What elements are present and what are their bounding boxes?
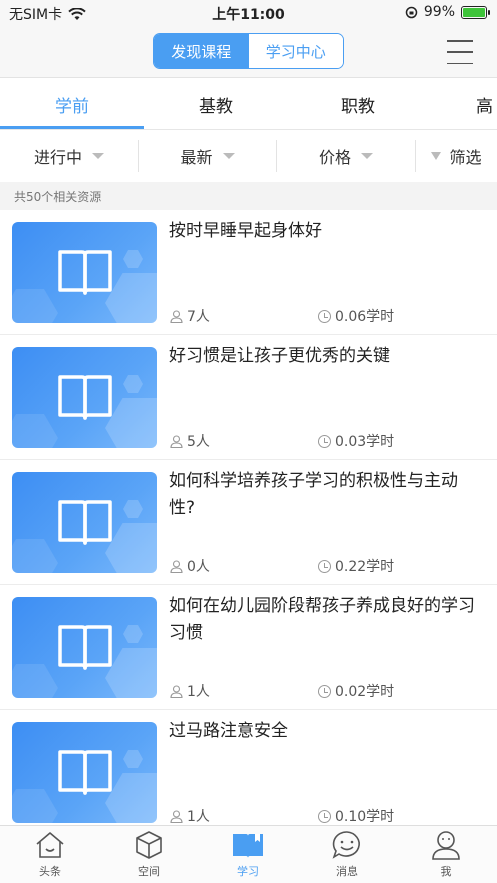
course-item[interactable]: 如何科学培养孩子学习的积极性与主动性? 0人 0.22学时 [0,460,497,585]
book-icon [233,834,263,858]
filter-status[interactable]: 进行中 [0,130,138,182]
enrolled-count: 1人 [170,806,210,825]
course-title: 按时早睡早起身体好 [169,221,322,241]
course-thumbnail [12,722,157,823]
enrolled-count: 5人 [170,431,210,451]
filter-screen-label: 筛选 [449,148,482,167]
enrolled-count: 1人 [170,681,210,701]
clock-icon [318,309,331,323]
bottom-tab-bar: 头条 空间 学习 消息 我 [0,825,497,883]
segment-learning-center[interactable]: 学习中心 [248,34,343,68]
open-book-icon [58,500,112,545]
person-icon [170,309,183,323]
menu-icon[interactable] [447,40,473,64]
category-tabs: 学前 基教 职教 高 [0,78,497,130]
course-thumbnail [12,347,157,448]
segment-discover[interactable]: 发现课程 [154,34,249,68]
caret-down-icon [92,153,104,159]
tab-me[interactable]: 我 [406,830,486,882]
course-item[interactable]: 好习惯是让孩子更优秀的关键 5人 0.03学时 [0,335,497,460]
filter-status-label: 进行中 [33,148,82,167]
course-title: 如何在幼儿园阶段帮孩子养成良好的学习习惯 [169,596,475,643]
filter-price-label: 价格 [318,148,351,167]
user-icon [432,831,460,860]
filter-bar: 进行中 最新 价格 筛选 [0,130,497,182]
tab-headlines[interactable]: 头条 [10,830,90,882]
filter-price[interactable]: 价格 [277,130,415,182]
course-item[interactable]: 过马路注意安全 1人 0.10学时 [0,710,497,825]
study-hours: 0.02学时 [318,681,394,701]
tab-basic-education[interactable]: 基教 [144,78,288,129]
person-icon [170,684,183,698]
top-header: 发现课程 学习中心 [0,26,497,78]
course-thumbnail [12,472,157,573]
funnel-icon [431,152,442,160]
rotation-lock-icon [405,6,418,18]
filter-screen[interactable]: 筛选 [416,130,497,182]
clock-icon [318,559,331,573]
course-thumbnail [12,597,157,698]
enrolled-count: 0人 [170,556,210,576]
open-book-icon [58,750,112,795]
clock-icon [318,434,331,448]
enrolled-count: 7人 [170,306,210,326]
open-book-icon [58,250,112,295]
clock-icon [318,809,331,823]
result-count: 共50个相关资源 [0,182,497,210]
course-thumbnail [12,222,157,323]
course-title: 如何科学培养孩子学习的积极性与主动性? [169,471,458,518]
person-icon [170,434,183,448]
segment-control: 发现课程 学习中心 [153,33,344,69]
home-icon [36,832,64,858]
status-bar: 无SIM卡 上午11:00 99% [0,0,497,26]
course-item[interactable]: 如何在幼儿园阶段帮孩子养成良好的学习习惯 1人 0.02学时 [0,585,497,710]
course-title: 好习惯是让孩子更优秀的关键 [169,346,390,366]
filter-sort-label: 最新 [180,148,213,167]
tab-vocational[interactable]: 职教 [288,78,428,129]
open-book-icon [58,625,112,670]
filter-sort[interactable]: 最新 [139,130,276,182]
study-hours: 0.22学时 [318,556,394,576]
course-list: 按时早睡早起身体好 7人 0.06学时 好习惯是让孩子更优秀的关键 5人 0.0… [0,210,497,825]
study-hours: 0.10学时 [318,806,394,825]
tab-higher[interactable]: 高 [476,78,497,129]
person-icon [170,559,183,573]
tab-study[interactable]: 学习 [208,830,288,882]
course-item[interactable]: 按时早睡早起身体好 7人 0.06学时 [0,210,497,335]
person-icon [170,809,183,823]
clock-icon [318,684,331,698]
cube-icon [136,831,162,859]
chat-smile-icon [332,831,360,859]
tab-space[interactable]: 空间 [109,830,189,882]
caret-down-icon [361,153,373,159]
tab-messages[interactable]: 消息 [307,830,387,882]
study-hours: 0.03学时 [318,431,394,451]
caret-down-icon [222,153,235,159]
tab-preschool[interactable]: 学前 [0,78,144,129]
study-hours: 0.06学时 [318,306,394,326]
course-title: 过马路注意安全 [169,721,288,741]
battery-icon [461,5,490,19]
open-book-icon [58,375,112,420]
active-tab-indicator [0,126,144,129]
battery-percent: 99% [423,4,455,20]
